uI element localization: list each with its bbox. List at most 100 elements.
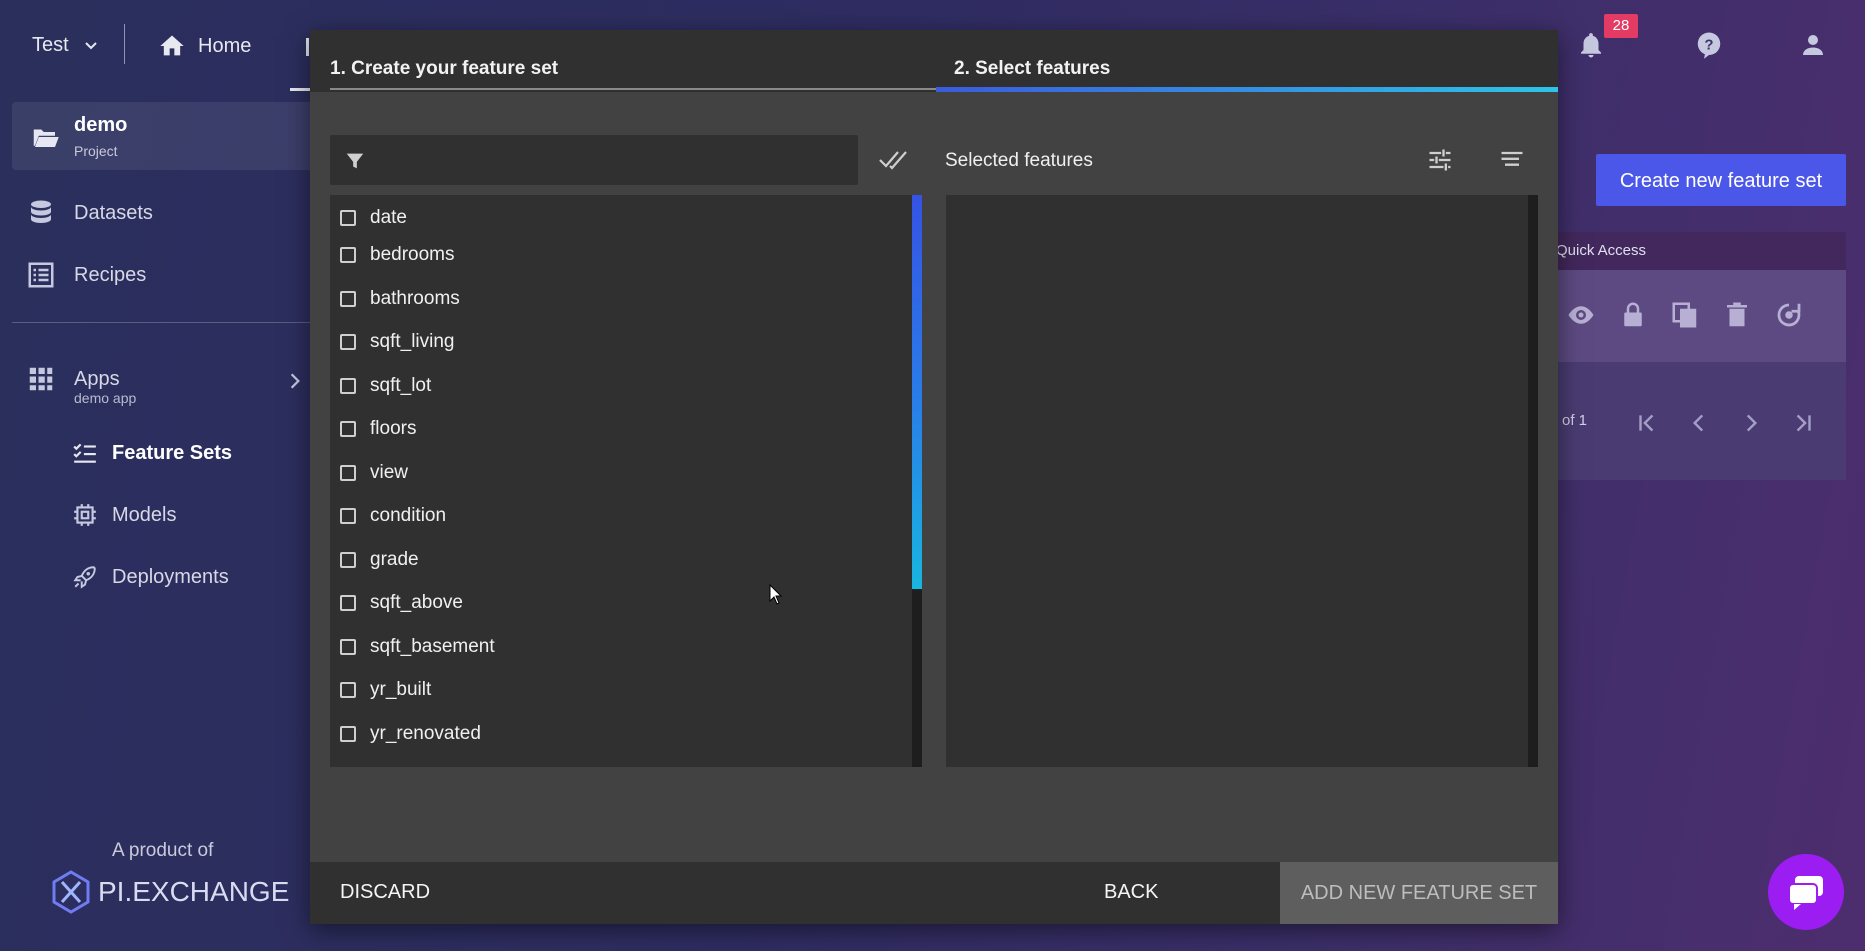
list-item[interactable]: sqft_living [340,322,455,362]
checkbox[interactable] [340,552,356,568]
selected-features-scrollbar[interactable] [1528,195,1538,767]
notification-badge: 28 [1604,14,1638,38]
checkbox[interactable] [340,210,356,226]
feature-label: sqft_basement [370,636,495,657]
chat-button[interactable] [1768,854,1844,930]
help-icon[interactable]: ? [1694,30,1724,60]
product-of-text: A product of [112,840,214,861]
mouse-cursor-icon [769,584,783,605]
list-item[interactable]: date [340,198,407,238]
trash-icon[interactable] [1722,300,1752,330]
step-create-label[interactable]: 1. Create your feature set [330,58,558,80]
pager-text: of 1 [1562,412,1588,429]
feature-label: date [370,207,407,228]
add-feature-set-button[interactable]: ADD NEW FEATURE SET [1280,862,1558,924]
quick-access-header: Quick Access [1550,232,1846,270]
sidebar-item-label: Datasets [74,201,153,224]
sidebar-item-recipes[interactable]: Recipes [26,260,146,290]
project-selector-label: Test [32,34,69,56]
feature-label: sqft_lot [370,375,432,396]
checkbox[interactable] [340,595,356,611]
checkbox[interactable] [340,421,356,437]
list-item[interactable]: floors [340,409,416,449]
create-feature-set-button[interactable]: Create new feature set [1596,154,1846,206]
feature-label: yr_renovated [370,723,481,744]
feature-label: floors [370,418,417,439]
feature-filter[interactable] [330,135,858,185]
feature-label: condition [370,505,447,526]
dialog-footer: DISCARD BACK ADD NEW FEATURE SET [310,862,1558,924]
sort-icon[interactable] [1498,146,1526,174]
checkbox[interactable] [340,508,356,524]
step-create-underline [330,88,952,90]
sidebar-item-deployments[interactable]: Deployments [72,564,229,590]
step-select-label[interactable]: 2. Select features [954,58,1110,80]
logo-text: PI.EXCHANGE [98,876,290,907]
project-card[interactable]: demo Project [12,102,318,170]
create-feature-set-dialog: 1. Create your feature set 2. Select fea… [310,30,1558,924]
apps-grid-icon [29,367,53,391]
select-all-icon[interactable] [878,146,910,172]
list-item[interactable]: sqft_basement [340,627,495,667]
checkbox[interactable] [340,378,356,394]
list-item[interactable]: condition [340,496,446,536]
feature-label: sqft_living [370,331,455,352]
sidebar-item-models[interactable]: Models [72,502,176,528]
checkbox[interactable] [340,726,356,742]
checkbox[interactable] [340,291,356,307]
sidebar-divider [12,322,318,323]
feature-label: bathrooms [370,288,460,309]
home-link[interactable]: Home [158,32,251,60]
feature-label: view [370,462,409,483]
piexchange-logo: PI.EXCHANGE [50,870,289,914]
chevron-right-icon[interactable] [286,372,304,390]
first-page-icon[interactable] [1634,410,1660,436]
checkbox[interactable] [340,334,356,350]
feature-list-scroll-thumb[interactable] [912,195,922,589]
sidebar-item-label: Apps [74,367,120,390]
next-page-icon[interactable] [1738,410,1764,436]
discard-button[interactable]: DISCARD [340,881,430,904]
checkbox[interactable] [340,682,356,698]
list-item[interactable]: bedrooms [340,235,455,275]
last-page-icon[interactable] [1790,410,1816,436]
account-icon[interactable] [1798,30,1828,60]
sidebar-item-datasets[interactable]: Datasets [26,198,153,228]
refresh-icon[interactable] [1774,300,1804,330]
sidebar-item-feature-sets[interactable]: Feature Sets [72,440,232,466]
svg-text:?: ? [1704,36,1713,53]
feature-label: yr_built [370,679,432,700]
eye-icon[interactable] [1566,300,1596,330]
filter-input[interactable] [380,143,844,179]
home-icon [160,35,184,56]
bell-icon[interactable] [1576,30,1606,60]
checkbox[interactable] [340,247,356,263]
selected-features-title: Selected features [945,150,1093,171]
copy-icon[interactable] [1670,300,1700,330]
tune-icon[interactable] [1426,146,1454,174]
lock-icon[interactable] [1618,300,1648,330]
list-item[interactable]: yr_renovated [340,714,481,754]
checklist-icon [73,443,96,463]
checkbox[interactable] [340,465,356,481]
sidebar-item-label: Models [112,503,177,526]
list-item[interactable]: sqft_above [340,583,463,623]
project-selector[interactable]: Test [32,34,99,57]
list-item[interactable]: bathrooms [340,279,460,319]
checkbox[interactable] [340,639,356,655]
project-name: demo [74,114,128,136]
list-item[interactable]: yr_built [340,670,431,710]
list-item[interactable]: sqft_lot [340,366,431,406]
folder-open-icon [33,129,59,147]
step-select-underline [936,87,1558,92]
feature-label: bedrooms [370,244,455,265]
feature-label: grade [370,549,419,570]
prev-page-icon[interactable] [1686,410,1712,436]
sidebar-item-label: Feature Sets [112,441,233,464]
back-button[interactable]: BACK [1104,881,1158,904]
list-item[interactable]: grade [340,540,419,580]
feature-list: date bedrooms bathrooms sqft_living sqft… [330,195,920,767]
piexchange-logo-mark [52,870,90,914]
sidebar-item-label: Deployments [112,565,229,588]
list-item[interactable]: view [340,453,408,493]
